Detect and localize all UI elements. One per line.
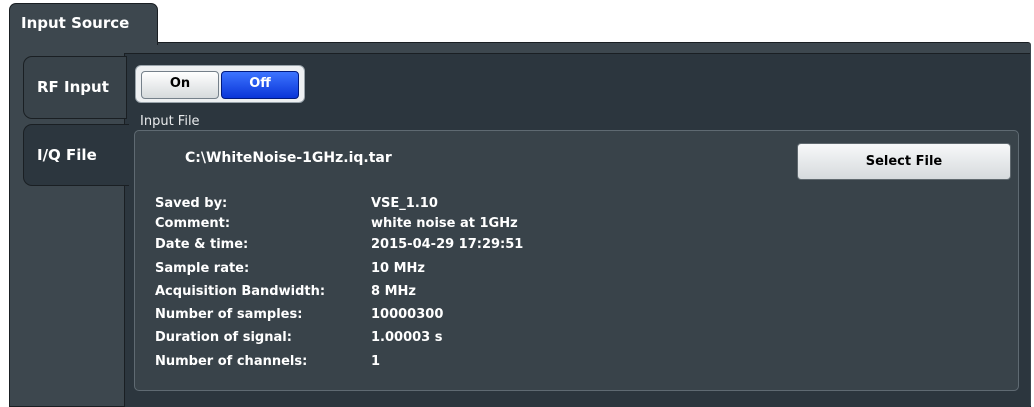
tab-connector <box>10 40 156 44</box>
file-path: C:\WhiteNoise-1GHz.iq.tar <box>185 150 392 166</box>
info-value-number-of-samples: 10000300 <box>371 307 444 322</box>
tab-input-source[interactable]: Input Source <box>9 3 158 45</box>
toggle-off-button[interactable]: Off <box>221 71 299 99</box>
info-value-comment: white noise at 1GHz <box>371 216 518 231</box>
input-file-label: Input File <box>140 114 200 129</box>
info-value-saved-by: VSE_1.10 <box>371 196 438 211</box>
toggle-on-button[interactable]: On <box>141 71 219 99</box>
info-label-number-of-channels: Number of channels: <box>155 354 308 369</box>
info-value-sample-rate: 10 MHz <box>371 261 425 276</box>
info-value-duration-of-signal: 1.00003 s <box>371 330 443 345</box>
info-label-saved-by: Saved by: <box>155 196 228 211</box>
side-tab-iq-file[interactable]: I/Q File <box>23 124 129 186</box>
info-label-sample-rate: Sample rate: <box>155 261 250 276</box>
info-label-acquisition-bandwidth: Acquisition Bandwidth: <box>155 284 326 299</box>
info-label-date-time: Date & time: <box>155 237 249 252</box>
info-label-number-of-samples: Number of samples: <box>155 307 303 322</box>
select-file-button[interactable]: Select File <box>797 143 1011 180</box>
info-value-number-of-channels: 1 <box>371 354 381 369</box>
info-value-date-time: 2015-04-29 17:29:51 <box>371 237 524 252</box>
info-label-comment: Comment: <box>155 216 231 231</box>
side-tab-rf-input[interactable]: RF Input <box>23 56 127 119</box>
info-value-acquisition-bandwidth: 8 MHz <box>371 284 416 299</box>
info-label-duration-of-signal: Duration of signal: <box>155 330 292 345</box>
